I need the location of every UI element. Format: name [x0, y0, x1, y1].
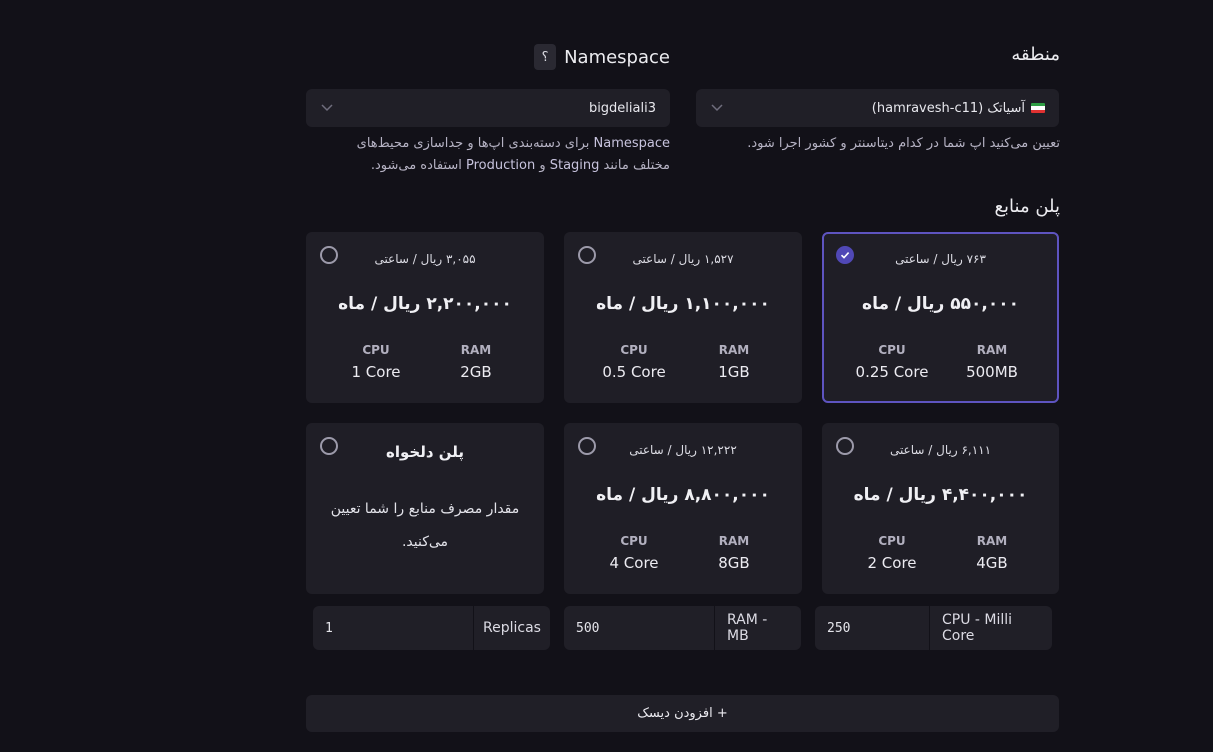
cpu-value: 4 Core — [609, 554, 659, 572]
ram-label: RAM — [976, 343, 1008, 357]
plan-monthly-price: ۴,۴۰۰,۰۰۰ ریال / ماه — [853, 485, 1028, 505]
plans-title: پلن منابع — [994, 196, 1060, 217]
plan-card-2[interactable]: ۱,۵۲۷ ریال / ساعتی ۱,۱۰۰,۰۰۰ ریال / ماه … — [564, 232, 802, 403]
add-disk-button[interactable]: + افزودن دیسک — [306, 695, 1059, 732]
namespace-header: Namespace ؟ — [534, 44, 670, 70]
ram-value: 8GB — [718, 554, 750, 572]
cpu-label: CPU — [878, 343, 906, 357]
cpu-value: 2 Core — [867, 554, 917, 572]
plan-hourly-price: ۶,۱۱۱ ریال / ساعتی — [889, 443, 992, 457]
plan-card-5[interactable]: ۱۲,۲۲۲ ریال / ساعتی ۸,۸۰۰,۰۰۰ ریال / ماه… — [564, 423, 802, 594]
namespace-description: Namespace برای دسته‌بندی اپ‌ها و جداسازی… — [290, 133, 670, 177]
replicas-input-group: 1 Replicas — [313, 606, 550, 650]
cpu-label: CPU — [620, 534, 648, 548]
region-selected-label: آسیاتک (hamravesh-c11) — [871, 100, 1025, 116]
plan-card-custom[interactable]: پلن دلخواه مقدار مصرف منابع را شما تعیین… — [306, 423, 544, 594]
iran-flag-icon — [1031, 103, 1045, 113]
replicas-input-label: Replicas — [473, 606, 550, 650]
namespace-desc-and: و — [535, 158, 550, 173]
chevron-down-icon — [320, 101, 334, 115]
plan-hourly-price: ۳,۰۵۵ ریال / ساعتی — [374, 252, 476, 266]
ram-label: RAM — [718, 534, 750, 548]
plan-card-3[interactable]: ۳,۰۵۵ ریال / ساعتی ۲,۲۰۰,۰۰۰ ریال / ماه … — [306, 232, 544, 403]
plan-card-4[interactable]: ۶,۱۱۱ ریال / ساعتی ۴,۴۰۰,۰۰۰ ریال / ماه … — [822, 423, 1059, 594]
cpu-label: CPU — [362, 343, 390, 357]
ram-value: 500MB — [966, 363, 1018, 381]
cpu-input[interactable]: 250 — [815, 606, 929, 650]
cpu-value: 1 Core — [351, 363, 401, 381]
plan-hourly-price: ۱,۵۲۷ ریال / ساعتی — [632, 252, 734, 266]
custom-plan-title: پلن دلخواه — [385, 443, 465, 461]
help-icon[interactable]: ؟ — [534, 44, 557, 70]
plan-hourly-price: ۱۲,۲۲۲ ریال / ساعتی — [629, 443, 737, 457]
plan-monthly-price: ۱,۱۰۰,۰۰۰ ریال / ماه — [596, 294, 770, 314]
ram-label: RAM — [976, 534, 1008, 548]
namespace-desc-staging: Staging — [549, 158, 600, 173]
namespace-title: Namespace — [564, 46, 670, 68]
ram-input-label: RAM - MB — [714, 606, 801, 650]
plan-card-1[interactable]: ۷۶۳ ریال / ساعتی ۵۵۰,۰۰۰ ریال / ماه CPU … — [822, 232, 1059, 403]
region-select[interactable]: آسیاتک (hamravesh-c11) — [696, 89, 1059, 127]
plan-monthly-price: ۲,۲۰۰,۰۰۰ ریال / ماه — [338, 294, 512, 314]
namespace-desc-fa: برای دسته‌بندی اپ‌ها و جداسازی محیط‌های — [356, 136, 594, 151]
plan-hourly-price: ۷۶۳ ریال / ساعتی — [895, 252, 986, 266]
plan-monthly-price: ۵۵۰,۰۰۰ ریال / ماه — [862, 294, 1019, 314]
replicas-input[interactable]: 1 — [313, 606, 473, 650]
region-select-value: آسیاتک (hamravesh-c11) — [872, 101, 1045, 116]
namespace-desc-a: مختلف مانند — [599, 158, 670, 173]
cpu-label: CPU — [620, 343, 648, 357]
namespace-desc-production: Production — [466, 158, 536, 173]
ram-value: 2GB — [460, 363, 492, 381]
ram-input-group: 500 RAM - MB — [564, 606, 801, 650]
namespace-selected-label: bigdeliali3 — [588, 100, 656, 116]
namespace-select[interactable]: bigdeliali3 — [306, 89, 670, 127]
namespace-desc-b: استفاده می‌شود. — [370, 158, 467, 173]
cpu-label: CPU — [878, 534, 906, 548]
ram-input[interactable]: 500 — [564, 606, 714, 650]
cpu-input-label: CPU - Milli Core — [929, 606, 1052, 650]
custom-plan-description: مقدار مصرف منابع را شما تعیین می‌کنید. — [330, 501, 520, 550]
namespace-desc-en: Namespace — [593, 136, 671, 151]
plan-monthly-price: ۸,۸۰۰,۰۰۰ ریال / ماه — [596, 485, 770, 505]
ram-label: RAM — [718, 343, 750, 357]
chevron-down-icon — [710, 101, 724, 115]
ram-label: RAM — [460, 343, 492, 357]
region-description: تعیین می‌کنید اپ شما در کدام دیتاسنتر و … — [747, 136, 1060, 151]
cpu-input-group: 250 CPU - Milli Core — [815, 606, 1052, 650]
region-title: منطقه — [1011, 44, 1060, 65]
cpu-value: 0.5 Core — [602, 363, 666, 381]
cpu-value: 0.25 Core — [855, 363, 929, 381]
ram-value: 1GB — [718, 363, 750, 381]
ram-value: 4GB — [976, 554, 1008, 572]
